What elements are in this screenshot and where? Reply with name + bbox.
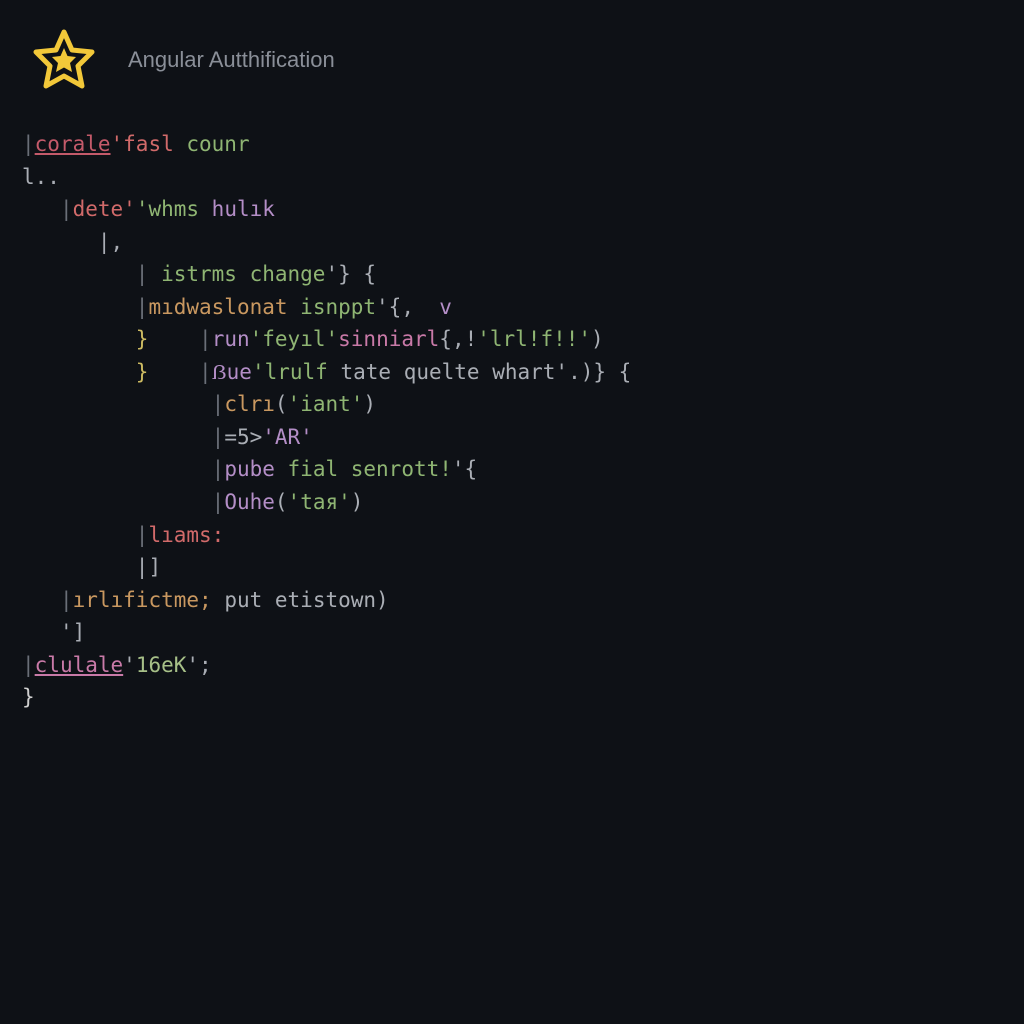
code-line[interactable]: } <box>22 681 1002 714</box>
code-editor[interactable]: |corale'fasl counrl.. |dete''whms hulık … <box>0 108 1024 734</box>
code-line[interactable]: |] <box>22 551 1002 584</box>
code-line[interactable]: l.. <box>22 161 1002 194</box>
star-icon <box>32 28 96 92</box>
code-line[interactable]: |=5>'AR' <box>22 421 1002 454</box>
code-line[interactable]: } |run'feyıl'sinniarl{,!'lrl!f!!') <box>22 323 1002 356</box>
code-line[interactable]: |corale'fasl counr <box>22 128 1002 161</box>
code-line[interactable]: |pube fial senrott!'{ <box>22 453 1002 486</box>
code-line[interactable]: |mıdwaslonat isnppt'{, v <box>22 291 1002 324</box>
code-line[interactable]: |lıams: <box>22 519 1002 552</box>
code-line[interactable]: |clrı('iant') <box>22 388 1002 421</box>
code-line[interactable]: |clulale'16eK'; <box>22 649 1002 682</box>
code-line[interactable]: |ırlıfictme; put etistown) <box>22 584 1002 617</box>
code-line[interactable]: '] <box>22 616 1002 649</box>
code-line[interactable]: |Ouhe('taя') <box>22 486 1002 519</box>
code-line[interactable]: | istrms change'} { <box>22 258 1002 291</box>
code-line[interactable]: |dete''whms hulık <box>22 193 1002 226</box>
code-line[interactable]: } |ẞue'lrulf tate quelte whart'.)} { <box>22 356 1002 389</box>
header: Angular Autthification <box>0 0 1024 108</box>
page-title: Angular Autthification <box>128 47 335 73</box>
code-line[interactable]: |, <box>22 226 1002 259</box>
